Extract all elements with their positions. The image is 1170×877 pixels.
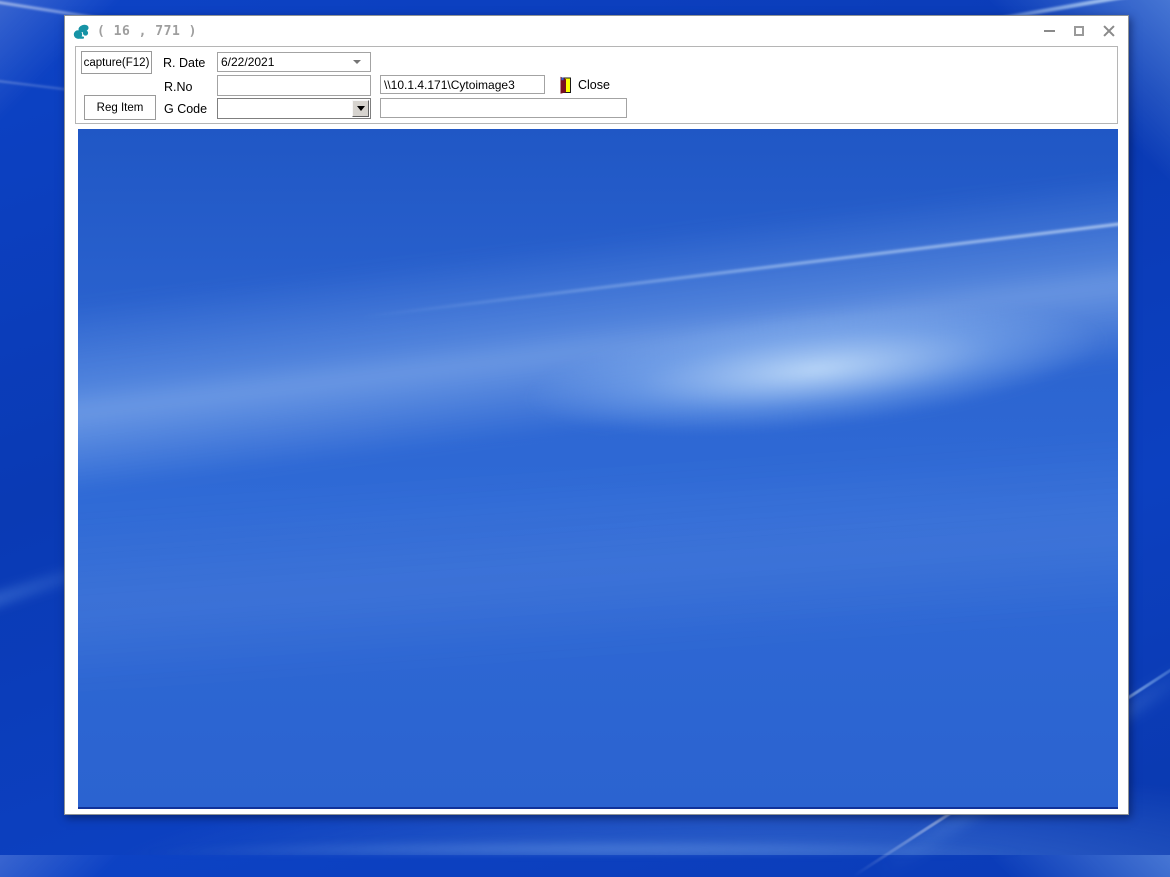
minimize-button[interactable] [1034, 18, 1064, 44]
extra-input[interactable] [380, 98, 627, 118]
chevron-down-icon[interactable] [353, 60, 361, 64]
titlebar[interactable]: ( 16 , 771 ) [65, 16, 1128, 46]
exit-door-icon [558, 76, 572, 95]
capture-button[interactable]: capture(F12) [81, 51, 152, 74]
close-window-button[interactable] [1094, 18, 1124, 44]
toolbar-panel: capture(F12) Reg Item R. Date 6/22/2021 … [75, 46, 1118, 124]
close-button-label: Close [578, 78, 610, 92]
close-x-icon [1103, 25, 1115, 37]
close-button[interactable]: Close [558, 74, 610, 96]
maximize-icon [1074, 26, 1084, 36]
dropdown-arrow-button[interactable] [352, 100, 369, 117]
r-date-combobox[interactable]: 6/22/2021 [217, 52, 371, 72]
g-code-combobox[interactable] [217, 98, 371, 119]
reg-item-button[interactable]: Reg Item [84, 95, 156, 120]
g-code-label: G Code [164, 102, 208, 116]
server-path-input[interactable] [380, 75, 545, 94]
down-arrow-icon [356, 106, 365, 111]
minimize-icon [1043, 30, 1055, 32]
app-window: ( 16 , 771 ) capture(F12) Reg Item R. Da… [64, 15, 1129, 815]
image-display-area[interactable] [78, 129, 1118, 809]
r-no-label: R.No [164, 80, 193, 94]
r-date-value: 6/22/2021 [221, 55, 275, 69]
maximize-button[interactable] [1064, 18, 1094, 44]
r-no-input[interactable] [217, 75, 371, 96]
window-title: ( 16 , 771 ) [97, 23, 197, 39]
desktop: { "window": { "title": "( 16 , 771 )" },… [0, 0, 1170, 877]
window-controls [1034, 18, 1124, 44]
r-date-label: R. Date [163, 56, 206, 70]
wallpaper-streak [60, 827, 1110, 853]
app-icon [73, 23, 90, 40]
wallpaper-streak [78, 427, 1118, 739]
